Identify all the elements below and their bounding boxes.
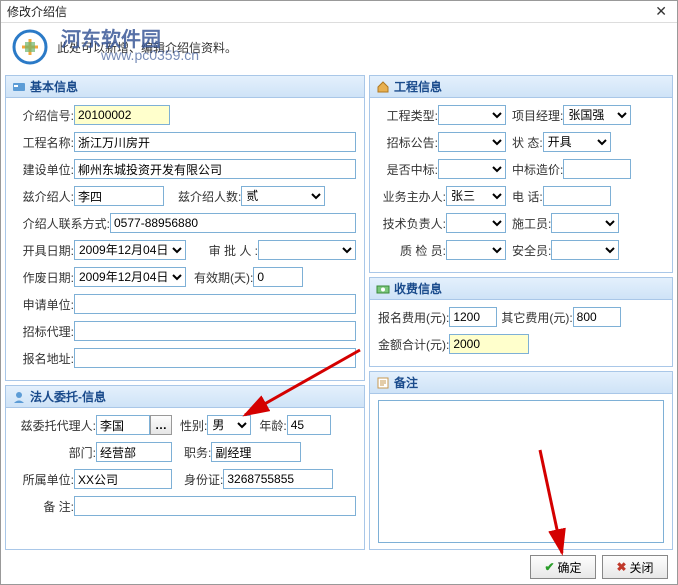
issue-date-select[interactable]: 2009年12月04日	[74, 240, 186, 260]
status-select[interactable]: 开具	[543, 132, 611, 152]
panel-remark: 备注	[369, 371, 673, 550]
legal-remark-label: 备 注:	[14, 498, 74, 515]
bid-agent-label: 招标代理:	[14, 323, 74, 340]
age-label: 年龄:	[259, 417, 286, 434]
letter-no-label: 介绍信号:	[14, 107, 74, 124]
safety-label: 安全员:	[512, 242, 551, 259]
idcard-input[interactable]	[223, 469, 333, 489]
reg-fee-input[interactable]	[449, 307, 497, 327]
proj-name-label: 工程名称:	[14, 134, 74, 151]
winbid-label: 是否中标:	[378, 161, 438, 178]
panel-project-title: 工程信息	[394, 78, 442, 95]
build-unit-label: 建设单位:	[14, 161, 74, 178]
status-label: 状 态:	[512, 134, 543, 151]
panel-basic-title: 基本信息	[30, 78, 78, 95]
approver-select[interactable]	[258, 240, 356, 260]
panel-project: 工程信息 工程类型: 项目经理:张国强 招标公告: 状 态:开具 是否中标: 中…	[369, 75, 673, 273]
proj-name-input[interactable]	[74, 132, 356, 152]
pm-select[interactable]: 张国强	[563, 105, 631, 125]
tech-select[interactable]	[446, 213, 506, 233]
approver-label: 审 批 人 :	[194, 242, 258, 259]
panel-basic: 基本信息 介绍信号: 工程名称: 建设单位: 兹介绍人: 兹介绍人数:贰 介绍人…	[5, 75, 365, 381]
introducer-input[interactable]	[74, 186, 164, 206]
legal-remark-input[interactable]	[74, 496, 356, 516]
phone-label: 电 话:	[512, 188, 543, 205]
valid-days-label: 有效期(天):	[194, 269, 253, 286]
other-fee-label: 其它费用(元):	[501, 309, 572, 326]
ok-button[interactable]: ✔确定	[530, 555, 596, 579]
gender-select[interactable]: 男	[207, 415, 251, 435]
money-icon	[376, 282, 390, 296]
unit-input[interactable]	[74, 469, 172, 489]
panel-legal: 法人委托-信息 兹委托代理人:… 性别:男 年龄: 部门: 职务: 所属单位: …	[5, 385, 365, 550]
header-desc: 此处可以新增、编辑介绍信资料。	[57, 39, 237, 56]
pm-label: 项目经理:	[512, 107, 563, 124]
builder-label: 施工员:	[512, 215, 551, 232]
panel-legal-title: 法人委托-信息	[30, 388, 106, 405]
bid-agent-input[interactable]	[74, 321, 356, 341]
apply-unit-input[interactable]	[74, 294, 356, 314]
contact-input[interactable]	[110, 213, 356, 233]
dept-label: 部门:	[14, 444, 96, 461]
void-date-select[interactable]: 2009年12月04日	[74, 267, 186, 287]
intro-count-label: 兹介绍人数:	[178, 188, 241, 205]
addr-label: 报名地址:	[14, 350, 74, 367]
build-unit-input[interactable]	[74, 159, 356, 179]
card-icon	[12, 80, 26, 94]
header: 河东软件园 www.pc0359.cn 此处可以新增、编辑介绍信资料。	[1, 23, 677, 71]
agent-label: 兹委托代理人:	[14, 417, 96, 434]
check-icon: ✔	[544, 560, 554, 574]
winbid-select[interactable]	[438, 159, 506, 179]
close-icon[interactable]: ✕	[651, 3, 671, 20]
apply-unit-label: 申请单位:	[14, 296, 74, 313]
gender-label: 性别:	[180, 417, 207, 434]
owner-label: 业务主办人:	[378, 188, 446, 205]
proj-type-label: 工程类型:	[378, 107, 438, 124]
issue-date-label: 开具日期:	[14, 242, 74, 259]
close-button[interactable]: ✖关闭	[602, 555, 668, 579]
unit-label: 所属单位:	[14, 471, 74, 488]
valid-days-input[interactable]	[253, 267, 303, 287]
phone-input[interactable]	[543, 186, 611, 206]
builder-select[interactable]	[551, 213, 619, 233]
titlebar: 修改介绍信 ✕	[1, 1, 677, 23]
owner-select[interactable]: 张三	[446, 186, 506, 206]
intro-count-select[interactable]: 贰	[241, 186, 325, 206]
introducer-label: 兹介绍人:	[14, 188, 74, 205]
window-title: 修改介绍信	[7, 3, 651, 20]
house-icon	[376, 80, 390, 94]
void-date-label: 作废日期:	[14, 269, 74, 286]
total-fee-input[interactable]	[449, 334, 529, 354]
dept-input[interactable]	[96, 442, 172, 462]
qc-select[interactable]	[446, 240, 506, 260]
reg-fee-label: 报名费用(元):	[378, 309, 449, 326]
addr-input[interactable]	[74, 348, 356, 368]
total-fee-label: 金额合计(元):	[378, 336, 449, 353]
tender-label: 招标公告:	[378, 134, 438, 151]
header-icon	[11, 28, 49, 66]
cross-icon: ✖	[616, 560, 626, 574]
safety-select[interactable]	[551, 240, 619, 260]
post-input[interactable]	[211, 442, 301, 462]
panel-fee-title: 收费信息	[394, 280, 442, 297]
contact-label: 介绍人联系方式:	[14, 215, 110, 232]
agent-browse-button[interactable]: …	[150, 415, 172, 435]
proj-type-select[interactable]	[438, 105, 506, 125]
age-input[interactable]	[287, 415, 331, 435]
idcard-label: 身份证:	[184, 471, 223, 488]
price-label: 中标造价:	[512, 161, 563, 178]
qc-label: 质 检 员:	[378, 242, 446, 259]
note-icon	[376, 376, 390, 390]
letter-no-input[interactable]	[74, 105, 170, 125]
panel-fee: 收费信息 报名费用(元): 其它费用(元): 金额合计(元):	[369, 277, 673, 367]
agent-input[interactable]	[96, 415, 150, 435]
remark-textarea[interactable]	[378, 400, 664, 543]
tech-label: 技术负责人:	[378, 215, 446, 232]
person-icon	[12, 390, 26, 404]
post-label: 职务:	[184, 444, 211, 461]
other-fee-input[interactable]	[573, 307, 621, 327]
price-input[interactable]	[563, 159, 631, 179]
panel-remark-title: 备注	[394, 374, 418, 391]
tender-select[interactable]	[438, 132, 506, 152]
